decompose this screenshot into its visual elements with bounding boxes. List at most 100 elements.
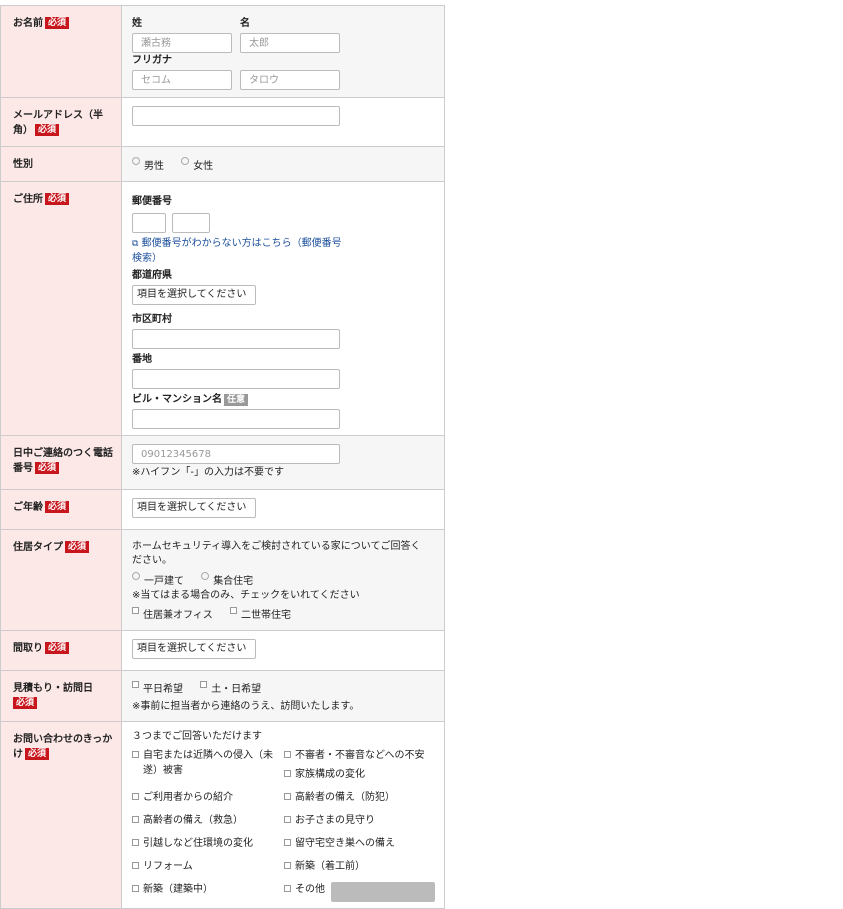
inquiry-option[interactable]: 不審者・不審音などへの不安 bbox=[284, 748, 425, 763]
inquiry-option[interactable]: お子さまの見守り bbox=[284, 813, 436, 828]
housing-note: ※当てはまる場合のみ、チェックをいれてください bbox=[132, 590, 360, 601]
radio-circle-icon bbox=[132, 157, 140, 165]
gender-label: 性別 bbox=[13, 159, 33, 170]
inquiry-option[interactable]: 家族構成の変化 bbox=[284, 767, 365, 782]
checkbox-icon bbox=[230, 607, 237, 614]
visit-label: 見積もり・訪問日 bbox=[13, 683, 93, 694]
checkbox-icon bbox=[284, 751, 291, 758]
email-row: メールアドレス（半角） 必須 bbox=[0, 97, 445, 147]
inquiry-value-cell: ３つまでご回答いただけます 自宅または近隣への侵入（未遂）被害 不審者・不審音な… bbox=[121, 721, 445, 909]
inquiry-intro: ３つまでご回答いただけます bbox=[132, 731, 262, 742]
checkbox-icon bbox=[132, 839, 139, 846]
postal-code-first-input[interactable] bbox=[132, 213, 166, 233]
housing-detached-radio[interactable]: 一戸建て bbox=[132, 572, 184, 589]
address-label-cell: ご住所 必須 bbox=[0, 181, 122, 436]
contact-form: お名前必須 姓 名 フリガナ メールアドレス（半角）必須 性別 bbox=[0, 5, 445, 909]
radio-circle-icon bbox=[132, 572, 140, 580]
street-input[interactable] bbox=[132, 369, 340, 389]
postal-code-second-input[interactable] bbox=[172, 213, 210, 233]
inquiry-option[interactable]: 高齢者の備え（防犯） bbox=[284, 790, 436, 805]
gender-row: 性別 男性 女性 bbox=[0, 146, 445, 182]
name-label-cell: お名前 必須 bbox=[0, 5, 122, 98]
postal-search-link[interactable]: ⧉ 郵便番号がわからない方はこちら（郵便番号検索） bbox=[132, 236, 344, 266]
prefecture-select[interactable]: 項目を選択してください bbox=[132, 285, 256, 305]
visit-weekday-checkbox[interactable]: 平日希望 bbox=[132, 681, 183, 697]
inquiry-option[interactable]: 引越しなど住環境の変化 bbox=[132, 836, 284, 851]
visit-weekend-checkbox[interactable]: 土・日希望 bbox=[200, 681, 261, 697]
checkbox-icon bbox=[200, 681, 208, 688]
phone-label: 日中ご連絡のつく電話番号 bbox=[13, 448, 113, 474]
checkbox-icon bbox=[284, 793, 291, 800]
checkbox-icon bbox=[132, 607, 139, 614]
mei-kana-input[interactable] bbox=[240, 70, 340, 90]
age-label-cell: ご年齢 必須 bbox=[0, 489, 122, 530]
inquiry-option[interactable]: その他 bbox=[284, 882, 436, 902]
inquiry-option[interactable]: 留守宅空き巣への備え bbox=[284, 836, 436, 851]
checkbox-icon bbox=[132, 862, 139, 869]
required-badge: 必須 bbox=[45, 193, 70, 205]
sei-kana-input[interactable] bbox=[132, 70, 232, 90]
layout-value-cell: 項目を選択してください bbox=[121, 630, 445, 671]
name-label: お名前 bbox=[13, 18, 43, 29]
housing-value-cell: ホームセキュリティ導入をご検討されている家についてご回答ください。 一戸建て 集… bbox=[121, 529, 445, 631]
required-badge: 必須 bbox=[65, 541, 90, 553]
housing-label-cell: 住居タイプ 必須 bbox=[0, 529, 122, 631]
checkbox-icon bbox=[132, 751, 139, 758]
required-badge: 必須 bbox=[35, 124, 60, 136]
checkbox-icon bbox=[132, 793, 139, 800]
checkbox-icon bbox=[132, 681, 139, 688]
checkbox-icon bbox=[132, 816, 139, 823]
optional-badge: 任意 bbox=[224, 394, 249, 406]
visit-note: ※事前に担当者から連絡のうえ、訪問いたします。 bbox=[132, 701, 360, 712]
mei-label: 名 bbox=[240, 18, 250, 29]
city-input[interactable] bbox=[132, 329, 340, 349]
required-badge: 必須 bbox=[45, 501, 70, 513]
inquiry-option[interactable]: ご利用者からの紹介 bbox=[132, 790, 284, 805]
inquiry-option[interactable]: 高齢者の備え（救急） bbox=[132, 813, 284, 828]
name-value-cell: 姓 名 フリガナ bbox=[121, 5, 445, 98]
housing-row: 住居タイプ 必須 ホームセキュリティ導入をご検討されている家についてご回答ください… bbox=[0, 529, 445, 631]
visit-value-cell: 平日希望 土・日希望 ※事前に担当者から連絡のうえ、訪問いたします。 bbox=[121, 670, 445, 722]
address-label: ご住所 bbox=[13, 194, 43, 205]
phone-input[interactable] bbox=[132, 444, 340, 464]
inquiry-option-group: 不審者・不審音などへの不安 家族構成の変化 bbox=[284, 748, 436, 782]
housing-office-checkbox[interactable]: 住居兼オフィス bbox=[132, 607, 213, 623]
sei-input[interactable] bbox=[132, 33, 232, 53]
layout-select[interactable]: 項目を選択してください bbox=[132, 639, 256, 659]
inquiry-label-cell: お問い合わせのきっかけ 必須 bbox=[0, 721, 122, 909]
radio-circle-icon bbox=[201, 572, 210, 580]
checkbox-icon bbox=[284, 816, 291, 823]
building-input[interactable] bbox=[132, 409, 340, 429]
housing-two-generation-checkbox[interactable]: 二世帯住宅 bbox=[230, 607, 291, 623]
age-row: ご年齢 必須 項目を選択してください bbox=[0, 489, 445, 530]
other-text-input[interactable] bbox=[331, 882, 435, 902]
housing-apartment-radio[interactable]: 集合住宅 bbox=[201, 572, 253, 589]
housing-intro: ホームセキュリティ導入をご検討されている家についてご回答ください。 bbox=[132, 541, 421, 566]
address-row: ご住所 必須 郵便番号 ⧉ 郵便番号がわからない方はこちら（郵便番号検索） 都道府… bbox=[0, 181, 445, 436]
gender-label-cell: 性別 bbox=[0, 146, 122, 182]
checkbox-icon bbox=[284, 839, 291, 846]
inquiry-option[interactable]: 新築（着工前） bbox=[284, 859, 436, 874]
building-label: ビル・マンション名 任意 bbox=[132, 393, 436, 407]
furigana-label: フリガナ bbox=[132, 55, 172, 66]
gender-female-radio[interactable]: 女性 bbox=[181, 157, 213, 174]
inquiry-option[interactable]: リフォーム bbox=[132, 859, 284, 874]
gender-male-radio[interactable]: 男性 bbox=[132, 157, 164, 174]
mei-input[interactable] bbox=[240, 33, 340, 53]
age-select[interactable]: 項目を選択してください bbox=[132, 498, 256, 518]
housing-label: 住居タイプ bbox=[13, 542, 63, 553]
phone-note: ※ハイフン「-」の入力は不要です bbox=[132, 467, 284, 478]
inquiry-option[interactable]: 自宅または近隣への侵入（未遂）被害 bbox=[132, 748, 284, 782]
checkbox-icon bbox=[284, 885, 291, 892]
postal-label: 郵便番号 bbox=[132, 196, 172, 207]
city-label: 市区町村 bbox=[132, 314, 172, 325]
required-badge: 必須 bbox=[45, 642, 70, 654]
checkbox-icon bbox=[284, 770, 291, 777]
layout-row: 間取り 必須 項目を選択してください bbox=[0, 630, 445, 671]
age-value-cell: 項目を選択してください bbox=[121, 489, 445, 530]
visit-row: 見積もり・訪問日 必須 平日希望 土・日希望 ※事前に担当者から連絡のうえ、訪問い… bbox=[0, 670, 445, 722]
email-input[interactable] bbox=[132, 106, 340, 126]
inquiry-option[interactable]: 新築（建築中） bbox=[132, 882, 284, 902]
sei-label: 姓 bbox=[132, 18, 142, 29]
age-label: ご年齢 bbox=[13, 502, 43, 513]
